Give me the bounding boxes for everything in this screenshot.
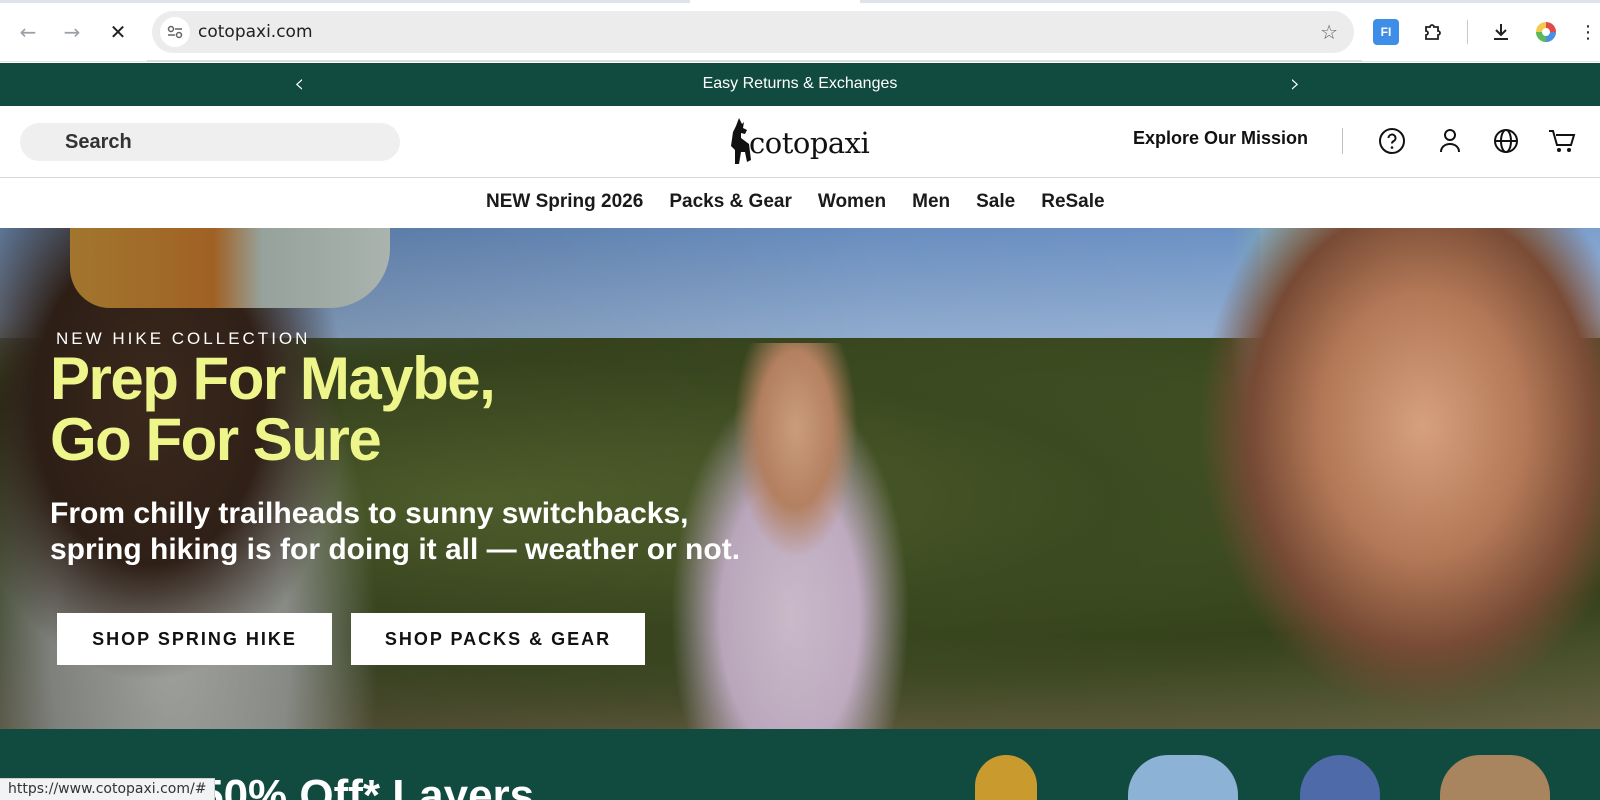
extensions-puzzle-icon[interactable] [1420, 19, 1446, 45]
browser-menu-icon[interactable]: ⋮ [1579, 19, 1597, 45]
header-separator [1342, 128, 1343, 154]
search-input[interactable]: Search [20, 123, 400, 161]
hero-subhead-line2: spring hiking is for doing it all — weat… [50, 533, 741, 566]
main-navigation: NEW Spring 2026 Packs & Gear Women Men S… [0, 179, 1600, 228]
status-bar-url: https://www.cotopaxi.com/# [0, 778, 216, 800]
profile-avatar-icon[interactable] [1533, 19, 1559, 45]
fi-extension-icon[interactable]: FI [1373, 19, 1399, 45]
hero-headline-line1: Prep For Maybe, [50, 345, 496, 412]
shop-packs-gear-button[interactable]: SHOP PACKS & GEAR [351, 613, 645, 665]
loading-indicator [147, 60, 1362, 62]
cart-icon[interactable] [1546, 125, 1578, 157]
announcement-bar: ‹ Easy Returns & Exchanges › [0, 63, 1600, 106]
announcement-text[interactable]: Easy Returns & Exchanges [0, 75, 1600, 93]
nav-item-packs-gear[interactable]: Packs & Gear [669, 191, 792, 213]
toolbar-separator [1467, 20, 1468, 44]
logo-wordmark: cotopaxi [749, 126, 870, 160]
nav-item-women[interactable]: Women [818, 191, 886, 213]
cotopaxi-logo[interactable]: cotopaxi [727, 114, 877, 170]
explore-mission-link[interactable]: Explore Our Mission [1133, 128, 1308, 149]
address-bar[interactable]: cotopaxi.com ☆ [152, 11, 1354, 53]
help-icon[interactable] [1376, 125, 1408, 157]
product-jacket-yellow-image[interactable] [975, 755, 1037, 800]
product-jacket-navy-image[interactable] [1300, 755, 1380, 800]
teaser-headline: p 50% Off* Layers [160, 771, 535, 800]
hero-subhead-line1: From chilly trailheads to sunny switchba… [50, 497, 689, 530]
product-jacket-brown-image[interactable] [1440, 755, 1550, 800]
site-header: Search cotopaxi Explore Our Mission [0, 106, 1600, 178]
url-text[interactable]: cotopaxi.com [198, 22, 313, 42]
tab-strip [0, 0, 1600, 3]
hero-subheadline: From chilly trailheads to sunny switchba… [50, 496, 740, 568]
hero-headline-line2: Go For Sure [50, 406, 382, 473]
nav-item-resale[interactable]: ReSale [1041, 191, 1104, 213]
search-placeholder: Search [65, 131, 132, 153]
hero-headline: Prep For Maybe, Go For Sure [50, 345, 496, 473]
nav-item-new-spring[interactable]: NEW Spring 2026 [486, 191, 643, 213]
forward-button[interactable]: → [58, 18, 86, 46]
shop-spring-hike-button[interactable]: SHOP SPRING HIKE [57, 613, 332, 665]
back-button[interactable]: ← [14, 18, 42, 46]
sale-teaser-section: p 50% Off* Layers [0, 729, 1600, 800]
stop-loading-button[interactable]: ✕ [104, 18, 132, 46]
chevron-right-icon[interactable]: › [1290, 69, 1300, 99]
site-info-icon[interactable] [160, 17, 190, 47]
globe-icon[interactable] [1490, 125, 1522, 157]
download-icon[interactable] [1488, 19, 1514, 45]
nav-item-men[interactable]: Men [912, 191, 950, 213]
bookmark-star-icon[interactable]: ☆ [1320, 20, 1338, 44]
product-jacket-blue-image[interactable] [1128, 755, 1238, 800]
nav-item-sale[interactable]: Sale [976, 191, 1015, 213]
browser-toolbar: ← → ✕ cotopaxi.com ☆ FI ⋮ [0, 0, 1600, 62]
hero-banner: NEW HIKE COLLECTION Prep For Maybe, Go F… [0, 228, 1600, 729]
account-icon[interactable] [1434, 125, 1466, 157]
